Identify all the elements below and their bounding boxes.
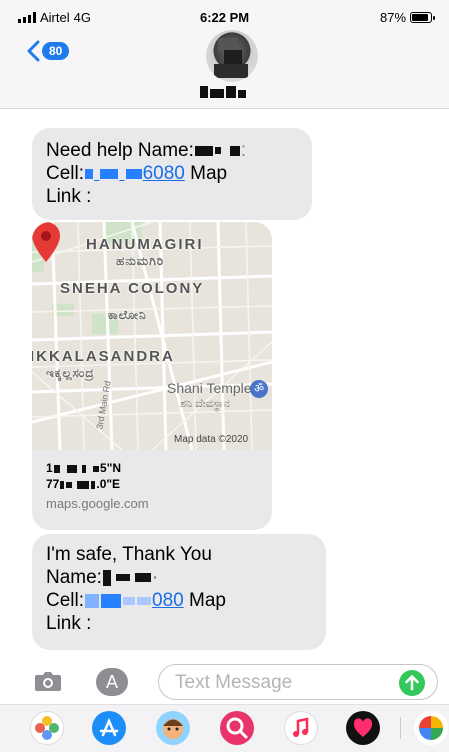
message-text: Cell: xyxy=(46,163,85,184)
phone-link[interactable]: 080 xyxy=(84,590,184,611)
message-line: Cell: 6080 Map xyxy=(46,162,298,185)
phone-link[interactable]: 6080 xyxy=(84,163,185,184)
memoji-app-icon[interactable] xyxy=(156,711,190,745)
message-input[interactable] xyxy=(173,669,397,697)
status-time: 6:22 PM xyxy=(200,10,250,25)
message-bubble-safe[interactable]: I'm safe, Thank You Name: · Cell: 080 Map … xyxy=(32,534,326,650)
camera-icon[interactable] xyxy=(34,670,62,692)
app-store-icon[interactable]: A xyxy=(96,668,128,696)
message-text: I'm safe, Thank You xyxy=(46,544,212,565)
compose-bar: A xyxy=(0,660,449,704)
map-label: ಹನುಮಗಿರಿ xyxy=(116,254,165,268)
map-label: HANUMAGIRI xyxy=(86,236,204,253)
battery-icon xyxy=(410,12,436,23)
message-text: Link : xyxy=(46,613,92,634)
message-text: Link : xyxy=(46,186,92,207)
unread-count-badge: 80 xyxy=(42,42,70,60)
conversation-header: Airtel 4G 6:22 PM 87% 80 xyxy=(0,0,449,109)
carrier-name: Airtel xyxy=(40,10,70,25)
longitude-text: 77.0"E xyxy=(46,477,121,491)
map-label: ಕಾಲೋನಿ xyxy=(108,308,147,322)
message-bubble-help[interactable]: Need help Name:: Cell: 6080 Map Link : xyxy=(32,128,312,220)
map-info: 1 5"N 77.0"E maps.google.com xyxy=(46,460,266,511)
network-type: 4G xyxy=(73,10,91,25)
map-pin-icon xyxy=(32,222,60,262)
signal-icon xyxy=(18,12,36,23)
search-images-app-icon[interactable] xyxy=(220,711,254,745)
message-text: Need help Name: xyxy=(46,140,194,161)
temple-icon: ॐ xyxy=(250,380,268,398)
back-button[interactable]: 80 xyxy=(26,40,70,62)
map-label: SNEHA COLONY xyxy=(60,280,205,297)
photos-app-icon[interactable] xyxy=(30,711,64,745)
imessage-app-drawer xyxy=(0,704,449,752)
contact-name-redacted[interactable] xyxy=(200,86,248,98)
map-link-preview[interactable]: HANUMAGIRI ಹನುಮಗಿರಿ SNEHA COLONY ಕಾಲೋನಿ … xyxy=(32,222,272,530)
message-line: Need help Name:: xyxy=(46,140,247,161)
arrow-up-icon xyxy=(405,675,419,691)
message-text: Map xyxy=(190,163,228,184)
map-poi-label: Shani Temple xyxy=(167,380,252,396)
send-button[interactable] xyxy=(399,670,425,696)
map-label: ಇಕ್ಕಲ್ಲಸಂದ್ರ xyxy=(46,366,95,380)
more-apps-icon[interactable] xyxy=(414,711,448,745)
app-store-app-icon[interactable] xyxy=(92,711,126,745)
message-text: Cell: xyxy=(46,590,85,611)
map-attribution: Map data ©2020 xyxy=(174,434,249,445)
carrier-info: Airtel 4G xyxy=(18,10,91,25)
map-label: IKKALASANDRA xyxy=(32,348,175,365)
latitude-text: 1 5"N xyxy=(46,461,122,475)
battery-percent: 87% xyxy=(380,10,407,25)
message-field-wrapper xyxy=(158,664,438,700)
map-thumbnail[interactable]: HANUMAGIRI ಹನುಮಗಿರಿ SNEHA COLONY ಕಾಲೋನಿ … xyxy=(32,222,272,450)
message-text: Name: xyxy=(46,567,102,588)
map-poi-label: ಶನಿ ದೇವಸ್ಥಾನ xyxy=(180,398,230,410)
link-domain: maps.google.com xyxy=(46,496,149,511)
chevron-left-icon xyxy=(27,40,40,62)
music-app-icon[interactable] xyxy=(284,711,318,745)
contact-avatar[interactable] xyxy=(206,30,258,82)
digital-touch-app-icon[interactable] xyxy=(346,711,380,745)
battery-info: 87% xyxy=(380,10,436,25)
message-line: Name: · xyxy=(46,567,159,588)
message-line: Cell: 080 Map xyxy=(46,589,312,612)
message-text: Map xyxy=(189,590,226,611)
drawer-divider xyxy=(400,717,401,739)
